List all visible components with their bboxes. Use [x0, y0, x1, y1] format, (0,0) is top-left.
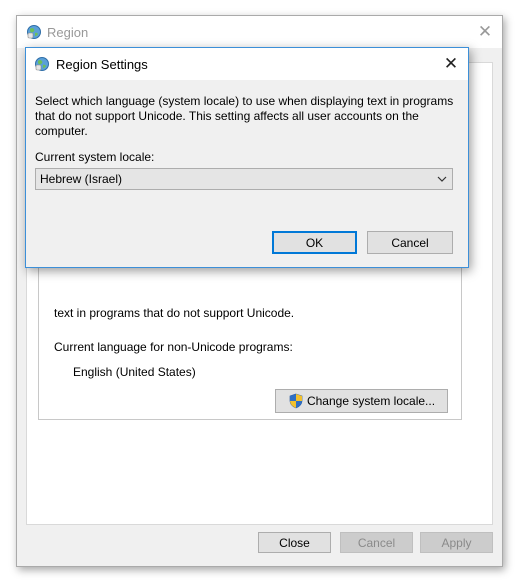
unicode-description: text in programs that do not support Uni…: [54, 306, 295, 320]
description-line: computer.: [35, 124, 88, 138]
region-titlebar[interactable]: Region ✕: [17, 16, 502, 48]
close-button[interactable]: Close: [258, 532, 331, 553]
dialog-cancel-button[interactable]: Cancel: [367, 231, 453, 254]
current-language-value: English (United States): [73, 365, 196, 379]
globe-icon: [27, 25, 41, 39]
ok-button[interactable]: OK: [272, 231, 357, 254]
change-system-locale-label: Change system locale...: [306, 394, 436, 408]
close-icon[interactable]: ✕: [434, 48, 468, 80]
window-title: Region: [47, 25, 89, 40]
uac-shield-icon: [289, 393, 303, 409]
description-line: that do not support Unicode. This settin…: [35, 109, 419, 123]
dialog-title: Region Settings: [56, 57, 148, 72]
cancel-button[interactable]: Cancel: [340, 532, 413, 553]
close-icon[interactable]: ✕: [468, 16, 502, 48]
chevron-down-icon: [437, 176, 447, 182]
current-language-label: Current language for non-Unicode program…: [54, 340, 293, 354]
system-locale-select[interactable]: Hebrew (Israel): [35, 168, 453, 190]
change-system-locale-button[interactable]: Change system locale...: [275, 389, 448, 413]
dialog-titlebar[interactable]: Region Settings ✕: [26, 48, 468, 80]
system-locale-label: Current system locale:: [35, 150, 155, 164]
globe-icon: [35, 57, 49, 71]
apply-button[interactable]: Apply: [420, 532, 493, 553]
region-settings-dialog: Region Settings ✕ Select which language …: [25, 47, 469, 268]
system-locale-value: Hebrew (Israel): [40, 172, 123, 186]
description-line: Select which language (system locale) to…: [35, 94, 454, 108]
